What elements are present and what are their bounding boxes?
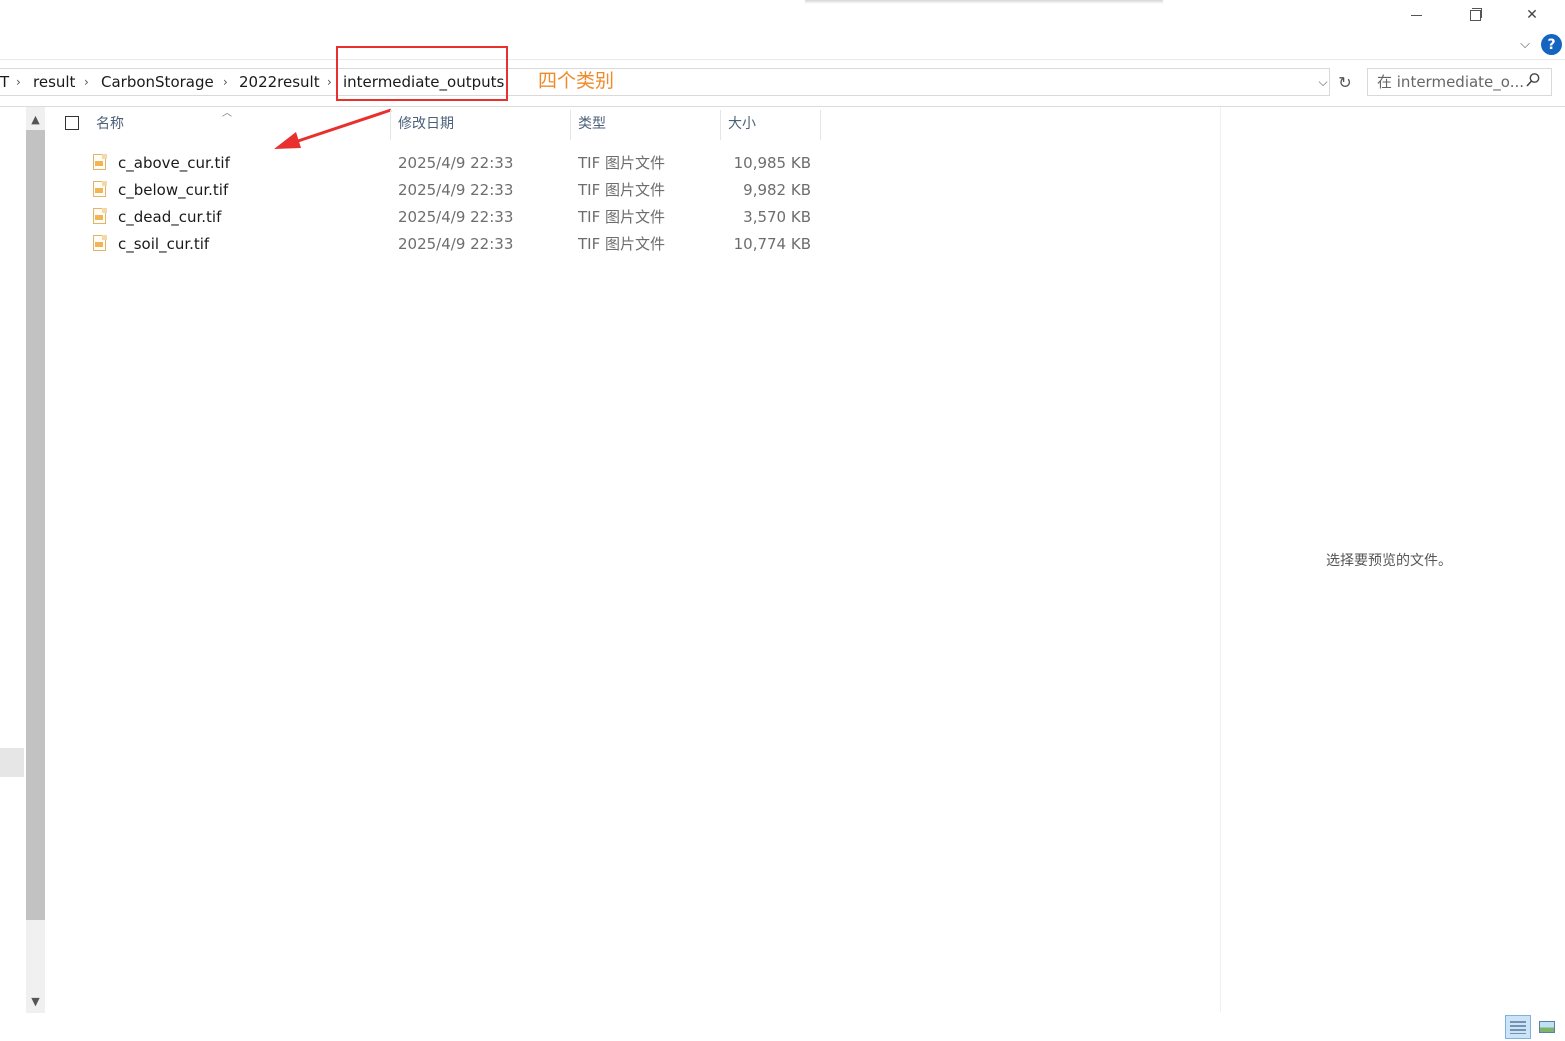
- annotation-highlight-box: [336, 46, 508, 101]
- breadcrumb-separator-icon[interactable]: ›: [16, 68, 21, 96]
- column-header-type[interactable]: 类型: [578, 110, 606, 140]
- column-divider[interactable]: [820, 110, 821, 140]
- file-name[interactable]: c_dead_cur.tif: [118, 204, 221, 231]
- file-row[interactable]: c_above_cur.tif 2025/4/9 22:33 TIF 图片文件 …: [60, 150, 820, 177]
- tif-file-icon: [93, 208, 107, 225]
- expand-ribbon-button[interactable]: ⌵: [1513, 33, 1537, 55]
- close-icon: ✕: [1526, 7, 1538, 23]
- divider: [0, 59, 1565, 60]
- scrollbar-thumb[interactable]: [26, 130, 45, 920]
- file-date: 2025/4/9 22:33: [398, 154, 514, 172]
- restore-button[interactable]: [1451, 0, 1497, 30]
- restore-icon: [1470, 10, 1481, 21]
- file-row[interactable]: c_dead_cur.tif 2025/4/9 22:33 TIF 图片文件 3…: [60, 204, 820, 231]
- breadcrumb-item[interactable]: T: [0, 68, 9, 96]
- preview-message: 选择要预览的文件。: [1326, 553, 1452, 569]
- chevron-down-icon: ⌵: [1318, 74, 1328, 89]
- details-view-button[interactable]: [1505, 1015, 1531, 1039]
- breadcrumb-separator-icon[interactable]: ›: [327, 68, 332, 96]
- large-icons-view-icon: [1539, 1021, 1555, 1033]
- breadcrumb-item[interactable]: result: [33, 68, 75, 96]
- divider: [0, 106, 1565, 107]
- file-date: 2025/4/9 22:33: [398, 208, 514, 226]
- file-date: 2025/4/9 22:33: [398, 235, 514, 253]
- nav-pane-selected-item[interactable]: [0, 748, 24, 777]
- column-divider[interactable]: [570, 110, 571, 140]
- large-icons-view-button[interactable]: [1534, 1015, 1560, 1039]
- minimize-icon: [1410, 14, 1422, 16]
- breadcrumb-separator-icon[interactable]: ›: [223, 68, 228, 96]
- sort-ascending-icon: ︿: [222, 108, 232, 119]
- close-button[interactable]: ✕: [1509, 0, 1555, 30]
- column-divider[interactable]: [390, 110, 391, 140]
- select-all-checkbox[interactable]: [65, 116, 79, 130]
- help-button[interactable]: ?: [1541, 34, 1562, 55]
- column-header-size[interactable]: 大小: [728, 110, 756, 140]
- file-name[interactable]: c_below_cur.tif: [118, 177, 228, 204]
- search-icon[interactable]: [1525, 72, 1543, 92]
- file-name[interactable]: c_soil_cur.tif: [118, 231, 209, 258]
- tif-file-icon: [93, 154, 107, 171]
- address-history-button[interactable]: ⌵: [1312, 68, 1334, 96]
- minimize-button[interactable]: [1393, 0, 1439, 30]
- file-row[interactable]: c_below_cur.tif 2025/4/9 22:33 TIF 图片文件 …: [60, 177, 820, 204]
- help-icon: ?: [1547, 36, 1556, 53]
- refresh-button[interactable]: ↻: [1334, 68, 1356, 96]
- tif-file-icon: [93, 181, 107, 198]
- breadcrumb-item[interactable]: 2022result: [239, 68, 320, 96]
- column-divider[interactable]: [720, 110, 721, 140]
- breadcrumb-item[interactable]: CarbonStorage: [101, 68, 214, 96]
- file-date: 2025/4/9 22:33: [398, 181, 514, 199]
- refresh-icon: ↻: [1338, 72, 1352, 92]
- file-size: 3,570 KB: [743, 208, 811, 226]
- file-type: TIF 图片文件: [578, 235, 665, 253]
- file-type: TIF 图片文件: [578, 208, 665, 226]
- breadcrumb-separator-icon[interactable]: ›: [84, 68, 89, 96]
- file-row[interactable]: c_soil_cur.tif 2025/4/9 22:33 TIF 图片文件 1…: [60, 231, 820, 258]
- column-header-date[interactable]: 修改日期: [398, 110, 454, 140]
- file-size: 9,982 KB: [743, 181, 811, 199]
- file-size: 10,774 KB: [733, 235, 811, 253]
- tif-file-icon: [93, 235, 107, 252]
- file-size: 10,985 KB: [733, 154, 811, 172]
- file-type: TIF 图片文件: [578, 154, 665, 172]
- annotation-arrow: [274, 108, 392, 149]
- scroll-down-icon[interactable]: ▼: [26, 990, 45, 1012]
- column-header-name[interactable]: 名称: [96, 110, 124, 140]
- chevron-down-icon: ⌵: [1520, 36, 1530, 52]
- preview-pane-divider[interactable]: [1220, 107, 1221, 1012]
- scroll-up-icon[interactable]: ▲: [26, 108, 45, 130]
- window-shadow-strip: [805, 0, 1163, 4]
- file-type: TIF 图片文件: [578, 181, 665, 199]
- file-name[interactable]: c_above_cur.tif: [118, 150, 230, 177]
- details-view-icon: [1510, 1020, 1526, 1034]
- annotation-label: 四个类别: [538, 70, 615, 92]
